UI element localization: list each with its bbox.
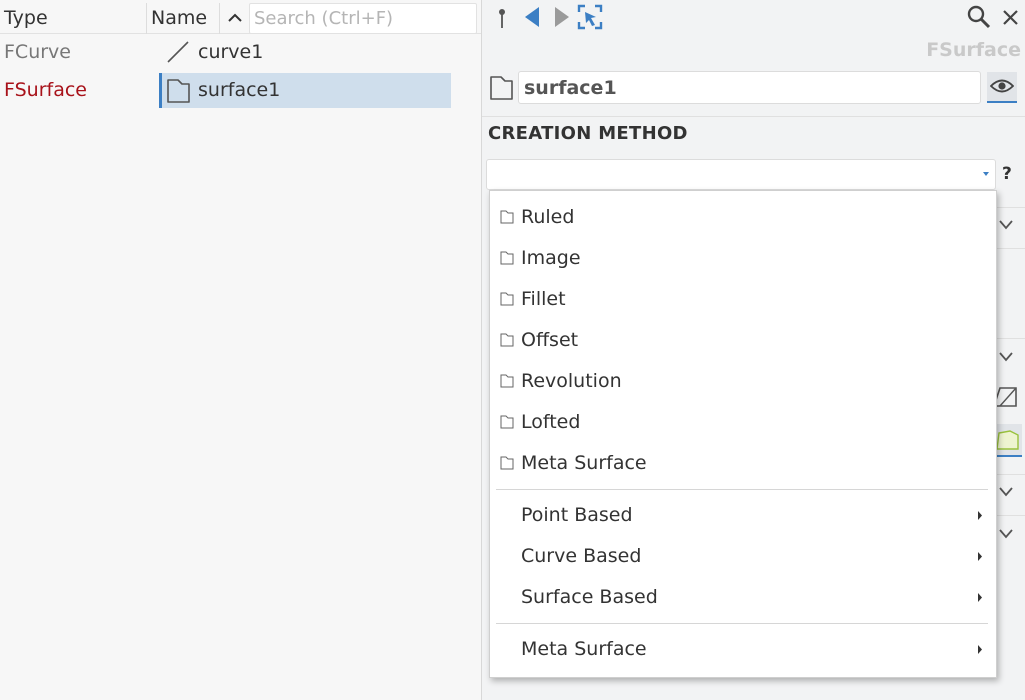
surface-icon bbox=[500, 415, 514, 429]
divider bbox=[996, 338, 1025, 339]
surface-icon bbox=[490, 76, 513, 100]
menu-item-meta-surface[interactable]: Meta Surface bbox=[490, 443, 996, 484]
pin-icon[interactable] bbox=[490, 4, 516, 30]
menu-item-label: Meta Surface bbox=[521, 638, 647, 660]
menu-item-label: Ruled bbox=[521, 206, 575, 228]
surface-icon bbox=[996, 430, 1019, 450]
divider bbox=[482, 116, 1025, 117]
row-name-label: surface1 bbox=[198, 79, 281, 101]
row-type-label: FCurve bbox=[4, 41, 71, 63]
object-name-field[interactable] bbox=[518, 71, 981, 104]
chevron-right-icon bbox=[978, 552, 982, 561]
menu-item-label: Curve Based bbox=[521, 545, 642, 567]
search-input[interactable] bbox=[250, 4, 476, 33]
object-name-input[interactable] bbox=[519, 72, 980, 103]
menu-item-fillet[interactable]: Fillet bbox=[490, 279, 996, 320]
menu-item-image[interactable]: Image bbox=[490, 238, 996, 279]
divider bbox=[996, 248, 1025, 249]
submenu-meta-surface[interactable]: Meta Surface bbox=[490, 629, 996, 670]
chevron-down-icon[interactable] bbox=[998, 350, 1014, 364]
surface-icon bbox=[500, 292, 514, 306]
menu-separator bbox=[496, 623, 988, 624]
chevron-down-icon[interactable] bbox=[998, 485, 1014, 499]
surface-icon bbox=[167, 79, 190, 103]
menu-item-label: Lofted bbox=[521, 411, 581, 433]
surface-icon bbox=[500, 456, 514, 470]
tree-row-selected[interactable]: FSurface surface1 bbox=[0, 72, 481, 108]
chevron-down-icon[interactable] bbox=[998, 218, 1014, 232]
tree-header: Type Name bbox=[0, 0, 481, 34]
chevron-down-icon[interactable] bbox=[998, 527, 1014, 541]
menu-item-revolution[interactable]: Revolution bbox=[490, 361, 996, 402]
close-icon[interactable] bbox=[998, 4, 1024, 30]
help-button[interactable]: ? bbox=[1002, 160, 1018, 188]
forward-arrow-icon[interactable] bbox=[548, 4, 574, 30]
divider bbox=[996, 515, 1025, 516]
surface-icon bbox=[500, 374, 514, 388]
tree-row[interactable]: FCurve curve1 bbox=[0, 34, 481, 70]
menu-separator bbox=[496, 489, 988, 490]
menu-item-label: Point Based bbox=[521, 504, 633, 526]
curve-icon bbox=[167, 41, 189, 63]
eye-icon bbox=[990, 79, 1014, 93]
menu-item-lofted[interactable]: Lofted bbox=[490, 402, 996, 443]
menu-item-label: Revolution bbox=[521, 370, 622, 392]
section-title: CREATION METHOD bbox=[488, 123, 688, 144]
visibility-toggle[interactable] bbox=[987, 72, 1017, 103]
submenu-curve-based[interactable]: Curve Based bbox=[490, 536, 996, 577]
chevron-right-icon bbox=[978, 645, 982, 654]
menu-item-offset[interactable]: Offset bbox=[490, 320, 996, 361]
menu-item-ruled[interactable]: Ruled bbox=[490, 197, 996, 238]
column-divider[interactable] bbox=[146, 3, 147, 34]
surface-icon bbox=[500, 210, 514, 224]
menu-item-label: Surface Based bbox=[521, 586, 658, 608]
select-icon[interactable] bbox=[577, 4, 603, 30]
row-name-label: curve1 bbox=[198, 41, 264, 63]
menu-item-label: Fillet bbox=[521, 288, 566, 310]
column-divider[interactable] bbox=[219, 3, 220, 34]
menu-item-label: Meta Surface bbox=[521, 452, 647, 474]
divider bbox=[996, 474, 1025, 475]
back-arrow-icon[interactable] bbox=[520, 4, 546, 30]
menu-item-label: Offset bbox=[521, 329, 579, 351]
chevron-down-icon[interactable] bbox=[982, 170, 990, 178]
search-icon[interactable] bbox=[966, 4, 992, 30]
divider bbox=[996, 207, 1025, 208]
search-field[interactable] bbox=[249, 3, 477, 34]
row-type-label: FSurface bbox=[4, 79, 87, 101]
chevron-right-icon bbox=[978, 511, 982, 520]
chevron-up-icon[interactable] bbox=[226, 9, 244, 27]
submenu-point-based[interactable]: Point Based bbox=[490, 495, 996, 536]
menu-item-label: Image bbox=[521, 247, 581, 269]
surface-icon bbox=[500, 251, 514, 265]
name-column-header[interactable]: Name bbox=[151, 0, 207, 34]
object-tree-panel: Type Name FCurve curve1 FSurface surface… bbox=[0, 0, 481, 700]
creation-method-select[interactable] bbox=[486, 159, 996, 190]
type-column-header[interactable]: Type bbox=[4, 0, 48, 34]
creation-method-dropdown: Ruled Image Fillet Offset Revolution Lof… bbox=[489, 190, 997, 678]
surface-icon bbox=[500, 333, 514, 347]
object-type-label: FSurface bbox=[926, 39, 1021, 61]
chevron-right-icon bbox=[978, 593, 982, 602]
submenu-surface-based[interactable]: Surface Based bbox=[490, 577, 996, 618]
